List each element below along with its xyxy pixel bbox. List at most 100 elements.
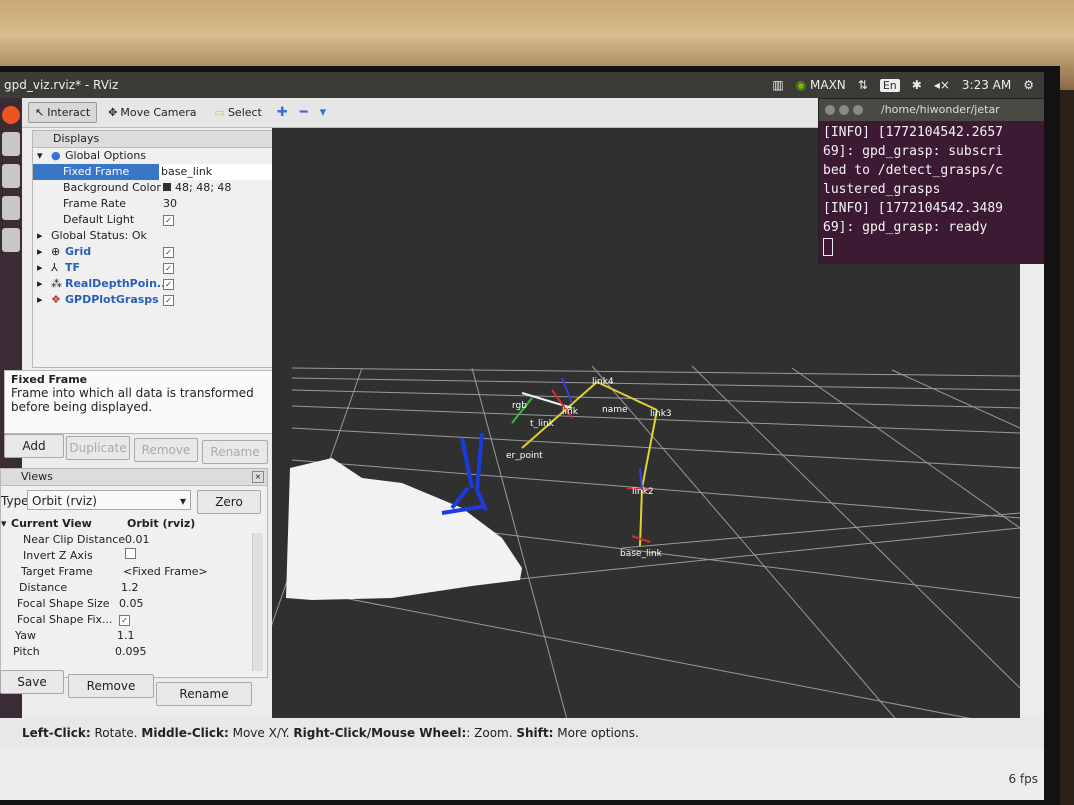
- target-frame-row[interactable]: Target Frame <Fixed Frame>: [1, 564, 267, 580]
- expand-icon[interactable]: ▸: [37, 244, 43, 260]
- background-color-row[interactable]: Background Color 48; 48; 48: [33, 180, 291, 196]
- background-color-value[interactable]: 48; 48; 48: [163, 180, 231, 196]
- t-link-label: t_link: [530, 419, 555, 429]
- expand-icon[interactable]: ▸: [37, 276, 43, 292]
- views-scrollbar[interactable]: [252, 533, 263, 671]
- remove-display-button[interactable]: Remove: [134, 438, 198, 462]
- grid-label: Grid: [65, 245, 92, 258]
- fixed-frame-value[interactable]: base_link: [159, 164, 289, 180]
- save-view-button[interactable]: Save: [0, 670, 64, 694]
- background-color-label: Background Color: [63, 181, 161, 194]
- near-clip-row[interactable]: Near Clip Distance 0.01: [1, 532, 267, 548]
- display-item-pointcloud[interactable]: ▸ ⁂ RealDepthPoin... ✓: [33, 276, 291, 292]
- expand-icon[interactable]: ▸: [37, 292, 43, 308]
- frame-rate-label: Frame Rate: [63, 197, 126, 210]
- rename-display-button[interactable]: Rename: [202, 440, 268, 464]
- yaw-row[interactable]: Yaw 1.1: [1, 628, 267, 644]
- displays-panel: Displays × ▾ ● Global Options Fixed Frame b…: [32, 130, 292, 368]
- zero-button[interactable]: Zero: [197, 490, 261, 514]
- pitch-value[interactable]: 0.095: [115, 644, 147, 660]
- near-clip-label: Near Clip Distance: [23, 533, 126, 546]
- frame-rate-value[interactable]: 30: [163, 196, 177, 212]
- expand-icon[interactable]: ▸: [37, 228, 43, 244]
- current-view-value: Orbit (rviz): [127, 517, 196, 530]
- files-icon[interactable]: [2, 132, 20, 156]
- close-icon[interactable]: ×: [252, 471, 264, 483]
- tf-checkbox[interactable]: ✓: [163, 263, 174, 274]
- focal-shape-fixed-row[interactable]: Focal Shape Fix... ✓: [1, 612, 267, 628]
- focal-shape-fixed-checkbox[interactable]: ✓: [119, 615, 130, 626]
- rotate-text: Rotate.: [90, 726, 142, 740]
- rename-view-button[interactable]: Rename: [156, 682, 252, 706]
- ubuntu-icon[interactable]: [2, 106, 20, 124]
- maximize-icon[interactable]: [853, 105, 863, 115]
- current-view-row[interactable]: ▾ Current View Orbit (rviz): [1, 516, 267, 532]
- yaw-value[interactable]: 1.1: [117, 628, 135, 644]
- current-view-label: Current View: [11, 517, 92, 530]
- grid-checkbox[interactable]: ✓: [163, 247, 174, 258]
- app-icon[interactable]: [2, 164, 20, 188]
- minimize-icon[interactable]: [839, 105, 849, 115]
- views-panel: Views × Type: Orbit (rviz) ▾ Zero ▾ Curren…: [0, 468, 268, 678]
- frame-rate-row[interactable]: Frame Rate 30: [33, 196, 291, 212]
- expand-icon[interactable]: ▾: [1, 516, 7, 532]
- expand-icon[interactable]: ▸: [37, 260, 43, 276]
- terminal-line: 69]: gpd_grasp: subscri: [823, 144, 1004, 159]
- cursor-icon: ↖: [35, 106, 45, 119]
- tf-label: TF: [65, 261, 81, 274]
- settings-icon[interactable]: [2, 196, 20, 220]
- volume-icon[interactable]: ◂×: [934, 78, 950, 92]
- window-controls: [825, 105, 863, 115]
- display-item-gpdplotgrasps[interactable]: ▸ ❖ GPDPlotGrasps ✓: [33, 292, 291, 308]
- default-light-checkbox[interactable]: ✓: [163, 215, 174, 226]
- terminal-window[interactable]: /home/hiwonder/jetar [INFO] [1772104542.…: [818, 98, 1044, 264]
- transfer-icon[interactable]: ⇅: [858, 78, 868, 92]
- display-item-grid[interactable]: ▸ ⊕ Grid ✓: [33, 244, 291, 260]
- terminal-icon[interactable]: [2, 228, 20, 252]
- gpdplotgrasps-checkbox[interactable]: ✓: [163, 295, 174, 306]
- duplicate-display-button[interactable]: Duplicate: [66, 436, 130, 460]
- distance-value[interactable]: 1.2: [121, 580, 139, 596]
- view-type-value: Orbit (rviz): [32, 494, 97, 508]
- pitch-row[interactable]: Pitch 0.095: [1, 644, 267, 660]
- target-frame-value[interactable]: <Fixed Frame>: [123, 564, 208, 580]
- gear-icon[interactable]: ⚙: [1023, 78, 1034, 92]
- invert-z-row[interactable]: Invert Z Axis: [1, 548, 267, 564]
- terminal-titlebar[interactable]: /home/hiwonder/jetar: [819, 99, 1044, 121]
- distance-row[interactable]: Distance 1.2: [1, 580, 267, 596]
- system-tray: ▥ ◉ MAXN ⇅ En ✱ ◂× 3:23 AM ⚙: [772, 72, 1034, 98]
- expand-icon[interactable]: ▾: [37, 148, 43, 164]
- plus-icon[interactable]: ✚: [273, 105, 292, 120]
- focal-shape-size-row[interactable]: Focal Shape Size 0.05: [1, 596, 267, 612]
- minus-icon[interactable]: ━: [296, 105, 312, 120]
- color-swatch: [163, 183, 171, 191]
- focal-shape-size-value[interactable]: 0.05: [119, 596, 144, 612]
- invert-z-checkbox[interactable]: [125, 548, 136, 559]
- clock[interactable]: 3:23 AM: [962, 78, 1011, 92]
- terminal-output[interactable]: [INFO] [1772104542.2657 69]: gpd_grasp: s…: [819, 121, 1044, 258]
- move-camera-button[interactable]: ✥ Move Camera: [101, 102, 203, 123]
- invert-z-label: Invert Z Axis: [23, 549, 93, 562]
- pointcloud-checkbox[interactable]: ✓: [163, 279, 174, 290]
- global-status-row[interactable]: ▸ Global Status: Ok: [33, 228, 291, 244]
- chevron-down-icon[interactable]: ▾: [316, 105, 331, 120]
- global-options-row[interactable]: ▾ ● Global Options: [33, 148, 291, 164]
- add-display-button[interactable]: Add: [4, 434, 64, 458]
- display-item-tf[interactable]: ▸ ⅄ TF ✓: [33, 260, 291, 276]
- fixed-frame-row[interactable]: Fixed Frame base_link: [33, 164, 291, 180]
- interact-button[interactable]: ↖ Interact: [28, 102, 98, 123]
- base-link-label: base_link: [620, 549, 663, 559]
- terminal-line: 69]: gpd_grasp: ready: [823, 220, 988, 235]
- close-icon[interactable]: [825, 105, 835, 115]
- default-light-row[interactable]: Default Light ✓: [33, 212, 291, 228]
- select-icon: ▭: [214, 106, 225, 119]
- network-icon[interactable]: ▥: [772, 78, 783, 92]
- view-type-select[interactable]: Orbit (rviz) ▾: [27, 490, 191, 510]
- select-button[interactable]: ▭ Select: [208, 102, 269, 123]
- remove-view-button[interactable]: Remove: [68, 674, 154, 698]
- nvidia-power-mode[interactable]: ◉ MAXN: [796, 78, 846, 92]
- keyboard-layout[interactable]: En: [879, 78, 900, 92]
- background-color-text: 48; 48; 48: [175, 181, 232, 194]
- near-clip-value[interactable]: 0.01: [125, 532, 150, 548]
- bluetooth-icon[interactable]: ✱: [912, 78, 922, 92]
